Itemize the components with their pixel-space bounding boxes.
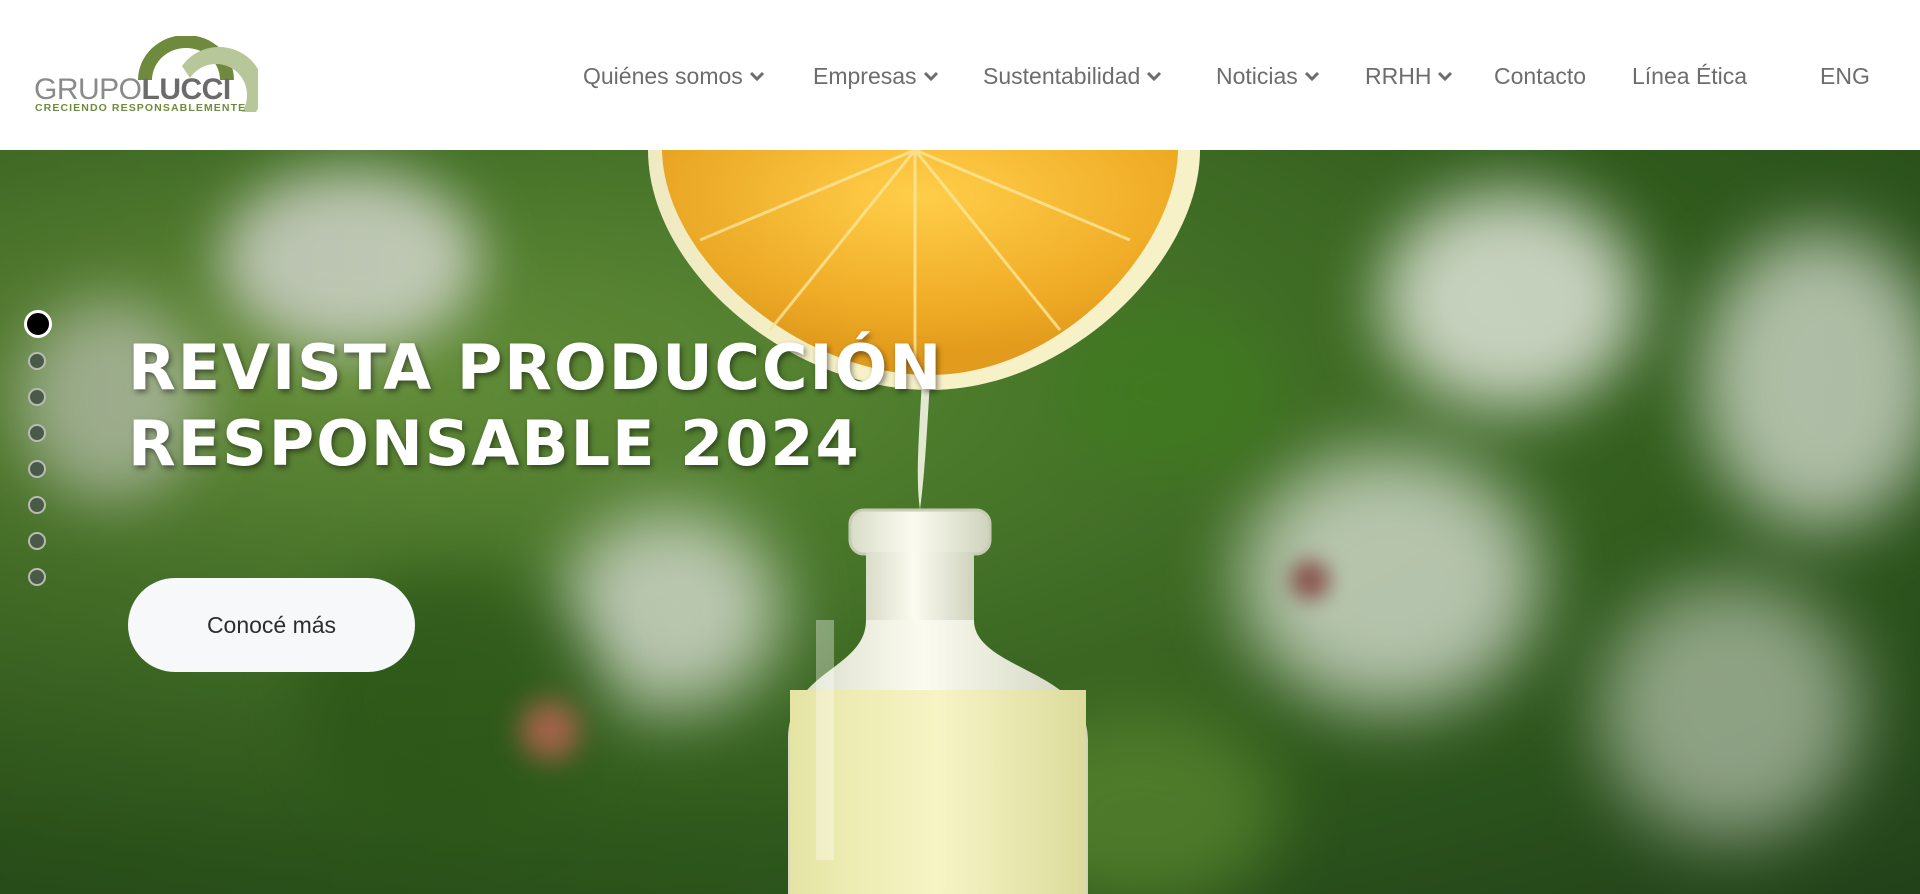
slider-dot[interactable] (28, 460, 46, 478)
chevron-down-icon (1438, 71, 1453, 81)
nav-label: Línea Ética (1632, 62, 1748, 89)
hero-title-line2: RESPONSABLE 2024 (128, 407, 861, 480)
nav-label: Empresas (813, 62, 917, 89)
nav-item-rrhh[interactable]: RRHH (1365, 60, 1453, 92)
nav-item-linea-etica[interactable]: Línea Ética (1632, 60, 1747, 92)
chevron-down-icon (1304, 71, 1319, 81)
nav-label: Sustentabilidad (983, 62, 1141, 89)
site-header: GRUPOLUCCI CRECIENDO RESPONSABLEMENTE Qu… (0, 0, 1920, 150)
nav-item-contacto[interactable]: Contacto (1494, 60, 1586, 92)
nav-item-noticias[interactable]: Noticias (1216, 60, 1320, 92)
slider-dot[interactable] (28, 532, 46, 550)
nav-item-empresas[interactable]: Empresas (813, 60, 939, 92)
nav-label: Noticias (1216, 62, 1298, 89)
nav-label: Quiénes somos (583, 62, 743, 89)
logo-tagline: CRECIENDO RESPONSABLEMENTE (35, 102, 247, 114)
chevron-down-icon (1147, 71, 1162, 81)
slider-dot[interactable] (28, 424, 46, 442)
nav-label: RRHH (1365, 62, 1432, 89)
nav-label: Contacto (1494, 62, 1587, 89)
slider-dot-active[interactable] (24, 310, 52, 338)
learn-more-button[interactable]: Conocé más (128, 578, 415, 672)
hero-title-line1: REVISTA PRODUCCIÓN (128, 331, 944, 404)
hero-title: REVISTA PRODUCCIÓN RESPONSABLE 2024 (128, 330, 1028, 482)
slider-dot[interactable] (28, 496, 46, 514)
language-switch[interactable]: ENG (1820, 60, 1870, 92)
nav-item-sustentabilidad[interactable]: Sustentabilidad (983, 60, 1162, 92)
slider-dot[interactable] (28, 568, 46, 586)
slider-dot[interactable] (28, 388, 46, 406)
slider-dot[interactable] (28, 352, 46, 370)
chevron-down-icon (749, 71, 764, 81)
chevron-down-icon (923, 71, 938, 81)
hero-slider: REVISTA PRODUCCIÓN RESPONSABLE 2024 Cono… (0, 150, 1920, 894)
main-nav: Quiénes somos Empresas Sustentabilidad N… (0, 60, 1920, 92)
nav-item-quienes-somos[interactable]: Quiénes somos (583, 60, 765, 92)
